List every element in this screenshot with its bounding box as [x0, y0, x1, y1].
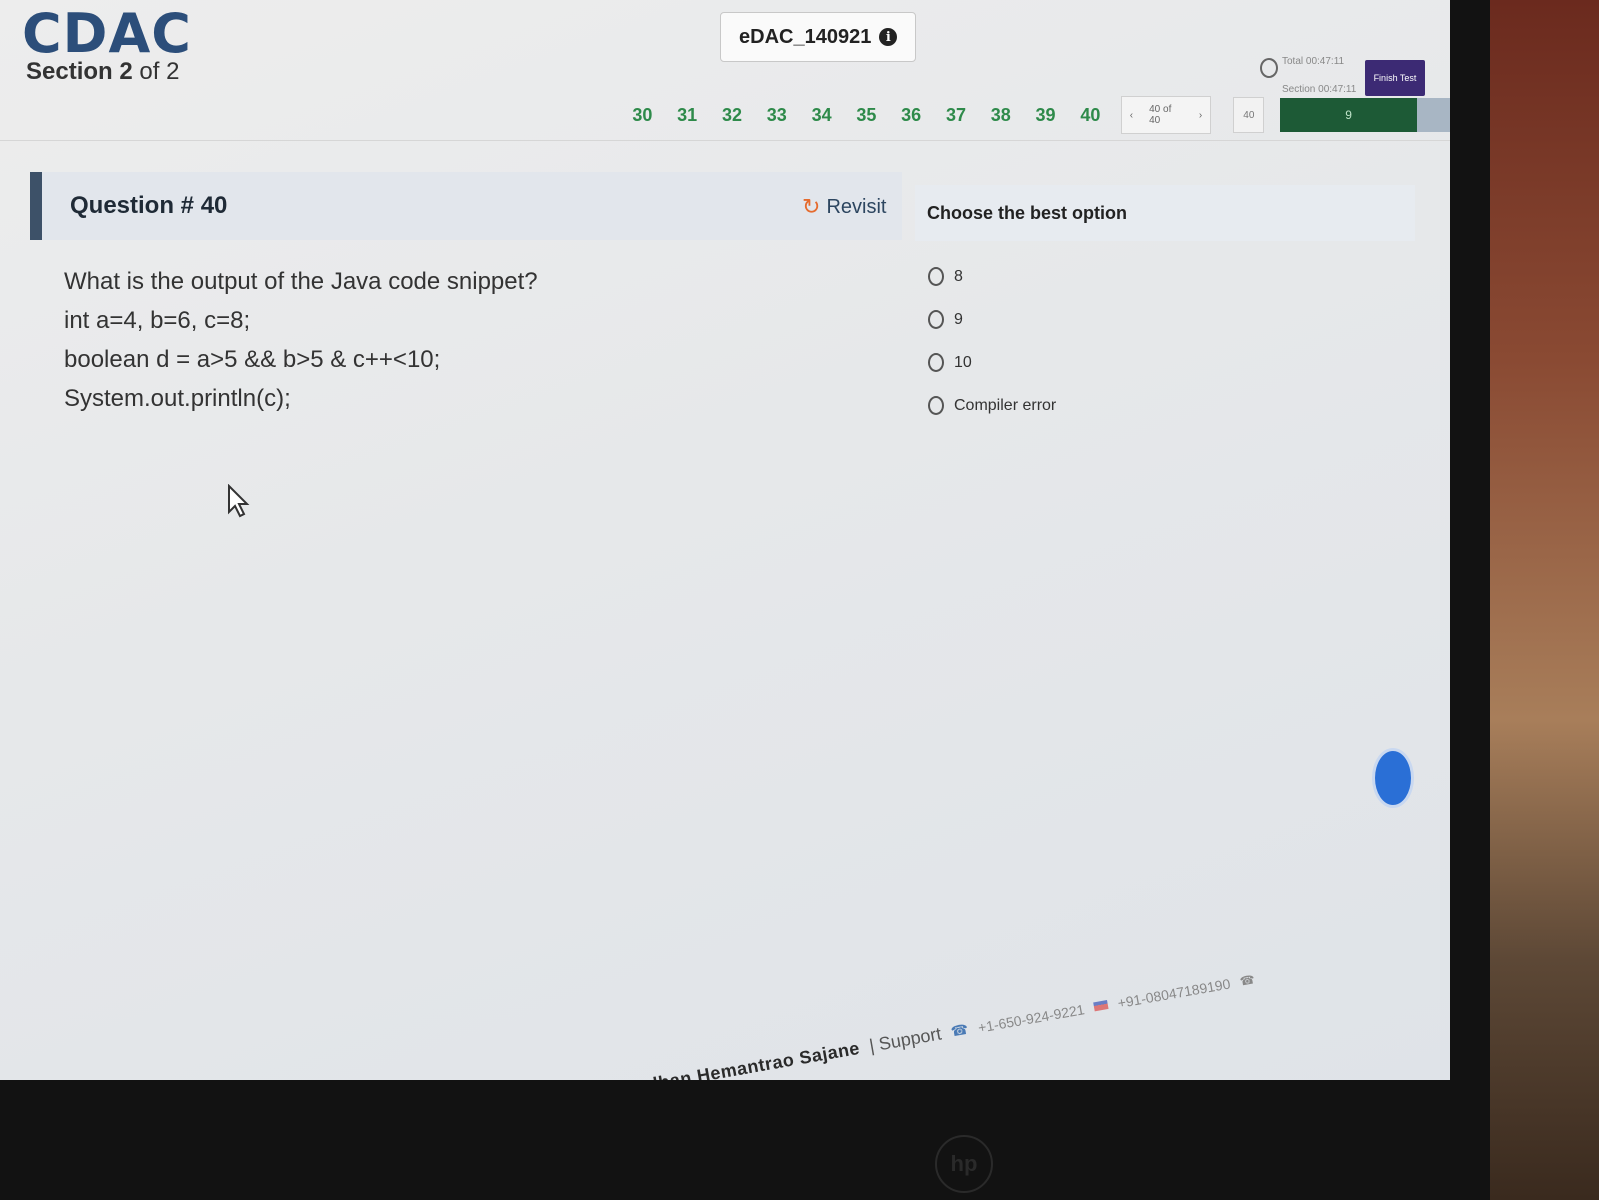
option-label: 10	[954, 353, 972, 371]
revisit-label: Revisit	[826, 195, 887, 218]
answer-option[interactable]: 10	[928, 341, 1056, 384]
support-phone-secondary: +91-08047189190	[1116, 975, 1232, 1011]
option-label: Compiler error	[954, 396, 1057, 414]
info-icon[interactable]: i	[879, 28, 898, 46]
question-nav-item[interactable]: 33	[754, 98, 799, 132]
options-title: Choose the best option	[927, 203, 1127, 223]
question-nav-item[interactable]: 34	[799, 98, 844, 132]
radio-button[interactable]	[928, 396, 944, 415]
answer-option[interactable]: 8	[928, 255, 1056, 298]
section-current: 2	[119, 58, 133, 85]
radio-button[interactable]	[928, 353, 944, 372]
support-label: | Support	[867, 1023, 943, 1056]
answer-option[interactable]: Compiler error	[928, 384, 1056, 427]
footer: Adityavardhan Hemantrao Sajane | Support…	[560, 968, 1256, 1080]
chat-icon[interactable]	[1372, 748, 1414, 808]
revisit-button[interactable]: ↻ Revisit	[802, 194, 886, 220]
option-label: 8	[954, 267, 963, 285]
answer-option[interactable]: 9	[928, 298, 1056, 341]
question-title: Question # 40	[70, 192, 228, 219]
page-status: 40 of 40	[1149, 104, 1172, 126]
question-header: Question # 40 ↻ Revisit	[30, 172, 902, 240]
timer-total: Total 00:47:11	[1282, 56, 1345, 67]
question-nav-item[interactable]: 39	[1023, 98, 1068, 132]
jump-to-question-input[interactable]: 40	[1233, 97, 1265, 133]
phone-icon: ☎	[949, 1020, 970, 1040]
question-nav-item[interactable]: 30	[620, 98, 665, 132]
option-label: 9	[954, 310, 963, 328]
question-line: What is the output of the Java code snip…	[64, 268, 538, 295]
hp-logo-icon: hp	[935, 1135, 993, 1193]
progress-bar-remainder	[1416, 98, 1450, 132]
support-phone-primary: +1-650-924-9221	[976, 1000, 1086, 1036]
question-nav-item[interactable]: 36	[889, 98, 934, 132]
radio-button[interactable]	[928, 267, 944, 286]
candidate-name: Adityavardhan Hemantrao Sajane	[560, 1037, 862, 1080]
question-nav-item[interactable]: 38	[978, 98, 1023, 132]
exam-screen: CDAC Section 2 of 2 eDAC_140921 i Total …	[0, 0, 1450, 1080]
question-nav-item[interactable]: 40	[1068, 98, 1113, 132]
next-page-icon[interactable]: ›	[1191, 110, 1210, 121]
question-navigator: 30 31 32 33 34 35 36 37 38 39 40 ‹ 40 of…	[620, 96, 1450, 134]
answer-options: 8 9 10 Compiler error	[928, 255, 1056, 427]
clock-icon	[1260, 58, 1278, 78]
revisit-icon: ↻	[802, 194, 821, 219]
options-header: Choose the best option	[915, 185, 1415, 241]
question-line: boolean d = a>5 && b>5 & c++<10;	[64, 346, 441, 373]
finish-test-button[interactable]: Finish Test	[1365, 60, 1425, 96]
question-body: What is the output of the Java code snip…	[64, 262, 538, 418]
cdac-logo: CDAC	[22, 2, 192, 65]
phone-icon: ☎	[1238, 971, 1256, 989]
section-total: of 2	[139, 58, 180, 85]
question-nav-item[interactable]: 32	[710, 98, 755, 132]
candidate-id-badge[interactable]: eDAC_140921 i	[720, 12, 917, 62]
laptop-bezel: CDAC Section 2 of 2 eDAC_140921 i Total …	[0, 0, 1490, 1200]
question-nav-item[interactable]: 35	[844, 98, 889, 132]
prev-page-icon[interactable]: ‹	[1122, 110, 1141, 121]
question-line: System.out.println(c);	[64, 385, 291, 412]
candidate-id-text: eDAC_140921	[739, 25, 872, 48]
flag-icon	[1093, 1000, 1109, 1012]
section-prefix: Section	[26, 58, 113, 85]
progress-bar: 9	[1280, 98, 1417, 132]
section-indicator: Section 2 of 2	[26, 58, 179, 86]
mouse-cursor-icon	[228, 484, 250, 518]
pager: ‹ 40 of 40 ›	[1120, 96, 1212, 134]
question-nav-item[interactable]: 31	[665, 98, 710, 132]
question-nav-item[interactable]: 37	[934, 98, 979, 132]
question-line: int a=4, b=6, c=8;	[64, 307, 251, 334]
powered-by-text	[1355, 846, 1359, 856]
radio-button[interactable]	[928, 310, 944, 329]
header-divider	[0, 140, 1450, 141]
